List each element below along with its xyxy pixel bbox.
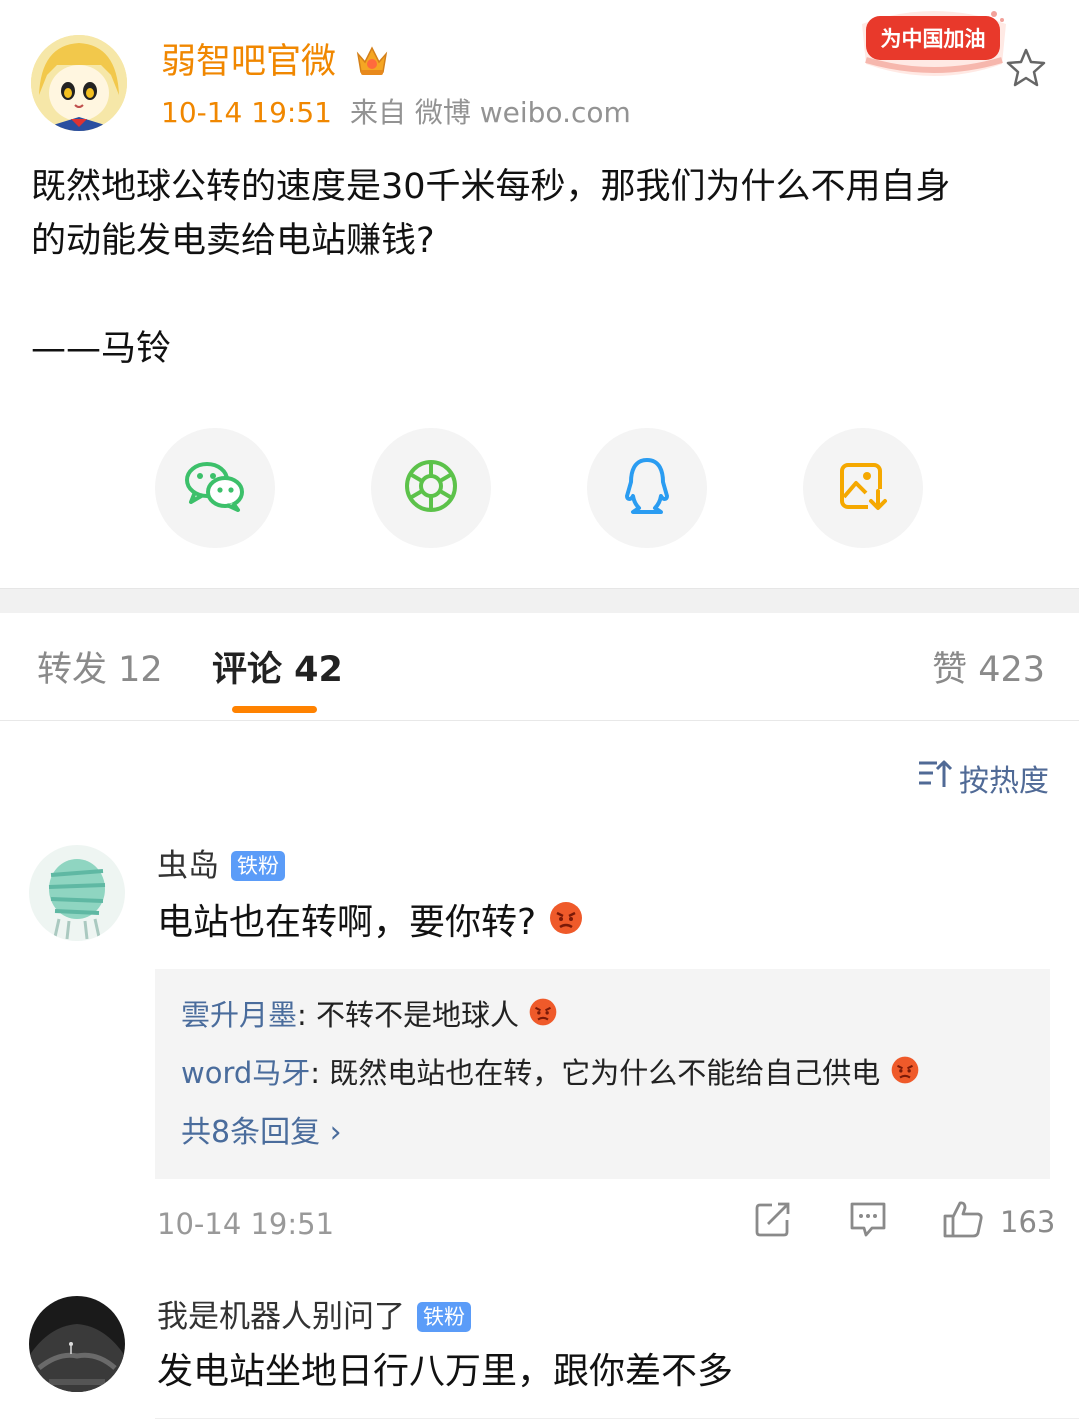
moments-icon: [402, 457, 460, 519]
fan-badge: 铁粉: [231, 851, 285, 881]
comment-divider: [155, 1418, 1079, 1419]
tab-comment[interactable]: 评论 42: [212, 648, 343, 692]
section-divider: [0, 588, 1079, 613]
comment-text: 发电站坐地日行八万里，跟你差不多: [157, 1351, 734, 1392]
comment-author[interactable]: 虫岛 铁粉: [157, 846, 285, 886]
save-image-icon: [836, 459, 890, 517]
post-source: 来自 微博 weibo.com: [349, 96, 631, 129]
reply-item: 雲升月墨: 不转不是地球人: [181, 995, 558, 1037]
share-moments-button[interactable]: [371, 428, 491, 548]
comment-author[interactable]: 我是机器人别问了 铁粉: [157, 1297, 471, 1337]
reply-user[interactable]: word马牙: [181, 1056, 310, 1090]
tab-repost[interactable]: 转发 12: [37, 648, 163, 692]
active-tab-indicator: [232, 706, 317, 713]
sort-by-hot-button[interactable]: 按热度: [917, 756, 1049, 800]
reply-user[interactable]: 雲升月墨: [181, 998, 297, 1032]
sort-label: 按热度: [959, 764, 1049, 799]
repost-comment-button[interactable]: [754, 1200, 792, 1244]
angry-emoji-icon: [890, 1055, 920, 1095]
reply-item: word马牙: 既然电站也在转，它为什么不能给自己供电: [181, 1053, 920, 1095]
wechat-icon: [183, 458, 247, 518]
thumbs-up-icon: [942, 1199, 984, 1246]
favorite-star-icon[interactable]: [1004, 46, 1048, 90]
like-comment-button[interactable]: 163: [942, 1200, 1055, 1244]
post-text: 既然地球公转的速度是30千米每秒，那我们为什么不用自身 的动能发电卖给电站赚钱?…: [31, 167, 951, 369]
svg-text:为中国加油: 为中国加油: [881, 27, 986, 51]
qq-icon: [621, 456, 673, 520]
crown-icon: [354, 42, 390, 78]
cheer-china-badge: 为中国加油: [856, 4, 1012, 88]
comment-author-name: 虫岛: [157, 848, 219, 884]
repost-icon: [754, 1200, 792, 1245]
comment-text: 电站也在转啊，要你转?: [157, 900, 584, 948]
tab-like[interactable]: 赞 423: [932, 648, 1045, 692]
save-image-button[interactable]: [803, 428, 923, 548]
reply-comment-button[interactable]: [848, 1200, 888, 1244]
fan-badge: 铁粉: [417, 1302, 471, 1332]
comment-avatar[interactable]: [29, 845, 125, 941]
share-row: [0, 428, 1079, 548]
comment-icon: [848, 1200, 888, 1245]
sort-icon: [917, 757, 953, 799]
angry-emoji-icon: [528, 997, 558, 1037]
author-avatar[interactable]: [31, 35, 127, 131]
share-qq-button[interactable]: [587, 428, 707, 548]
author-name[interactable]: 弱智吧官微: [161, 38, 336, 86]
angry-emoji-icon: [548, 900, 584, 948]
more-replies-link[interactable]: 共8条回复 ›: [181, 1113, 342, 1153]
comment-avatar[interactable]: [29, 1296, 125, 1392]
comment-time: 10-14 19:51: [157, 1207, 335, 1241]
comment-author-name: 我是机器人别问了: [157, 1299, 405, 1335]
share-wechat-button[interactable]: [155, 428, 275, 548]
reply-preview-box[interactable]: 雲升月墨: 不转不是地球人 word马牙: 既然电站也在转，它为什么不能给自己供…: [155, 969, 1050, 1179]
post-meta: 10-14 19:51 来自 微博 weibo.com: [161, 96, 631, 130]
like-count: 163: [1000, 1205, 1056, 1239]
post-time: 10-14 19:51: [161, 96, 332, 129]
tab-divider: [0, 720, 1079, 721]
